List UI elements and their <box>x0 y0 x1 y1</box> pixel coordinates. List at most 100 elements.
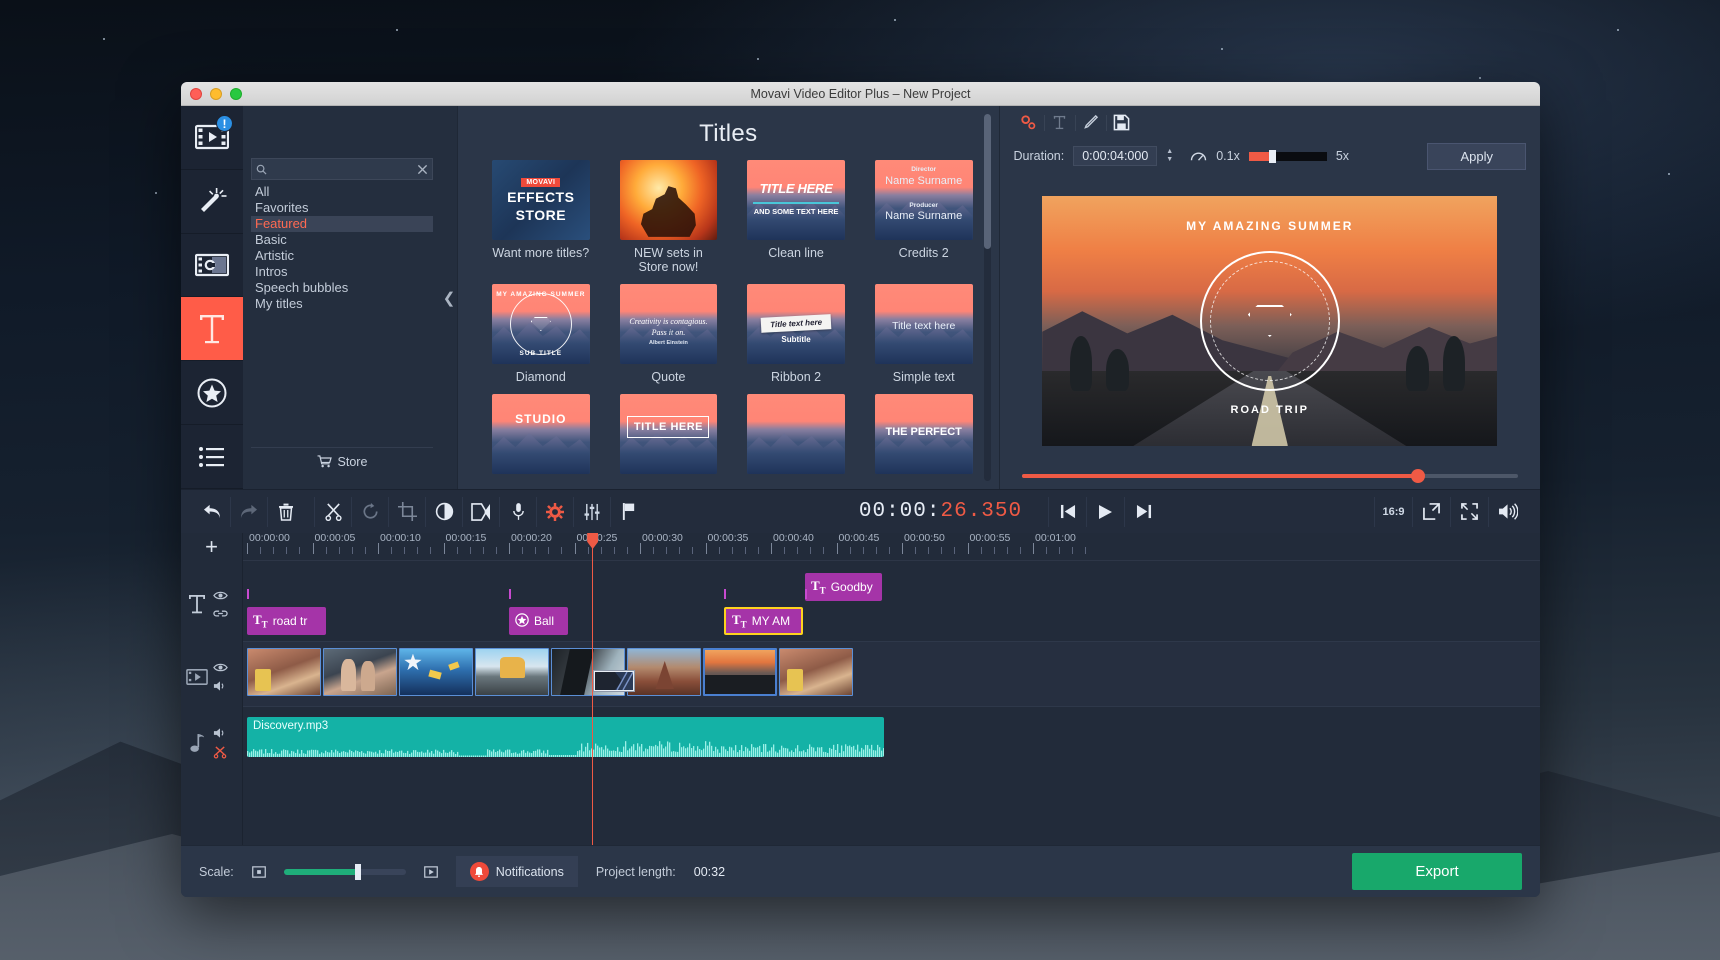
track-visibility-toggle[interactable] <box>213 590 228 601</box>
video-clip[interactable] <box>703 648 777 696</box>
transitions-button[interactable] <box>462 496 499 527</box>
skip-next-button[interactable] <box>1124 496 1162 527</box>
category-item-favorites[interactable]: Favorites <box>251 200 433 216</box>
video-clip[interactable] <box>323 648 397 696</box>
audio-detach-toggle[interactable] <box>213 746 228 759</box>
audio-track[interactable]: Discovery.mp3 <box>243 707 1540 773</box>
record-audio-button[interactable] <box>499 496 536 527</box>
speed-slider-knob[interactable] <box>1268 149 1276 163</box>
rotate-button[interactable] <box>351 496 388 527</box>
timeline-tracks[interactable]: 00:00:00 00:00:05 00:00:10 00:00:15 00:00:20… <box>243 533 1540 845</box>
gallery-scrollbar[interactable] <box>983 114 991 481</box>
gallery-scroll-area[interactable]: MOVAVI EFFECTS STORE Want more titles? N… <box>458 160 999 489</box>
category-item-my-titles[interactable]: My titles <box>251 296 433 312</box>
search-box[interactable] <box>251 158 433 180</box>
video-preview[interactable]: MY AMAZING SUMMER ROAD TRIP <box>1042 196 1498 446</box>
marker-button[interactable] <box>610 496 647 527</box>
clip-properties-button[interactable] <box>536 496 573 527</box>
category-item-artistic[interactable]: Artistic <box>251 248 433 264</box>
undo-button[interactable] <box>193 497 230 527</box>
title-tile-quote[interactable]: Creativity is contagious. Pass it on. Al… <box>619 284 718 384</box>
video-clip[interactable] <box>779 648 853 696</box>
delete-button[interactable] <box>267 496 304 527</box>
stepper-up-icon[interactable]: ▲ <box>1166 148 1173 155</box>
stepper-down-icon[interactable]: ▼ <box>1166 156 1173 163</box>
color-adjust-button[interactable] <box>425 496 462 527</box>
gallery-scrollbar-thumb[interactable] <box>983 114 991 249</box>
title-tile-clean-line[interactable]: TITLE HERE AND SOME TEXT HERE Clean line <box>747 160 845 274</box>
apply-button[interactable]: Apply <box>1427 142 1526 170</box>
title-tile-studio[interactable]: STUDIO <box>492 394 590 474</box>
duration-stepper[interactable]: ▲ ▼ <box>1166 148 1173 163</box>
equalizer-button[interactable] <box>573 496 610 527</box>
scale-slider[interactable] <box>283 863 406 880</box>
preview-seek-knob[interactable] <box>1411 469 1426 483</box>
title-clip-ball[interactable]: Ball <box>509 607 568 635</box>
title-clip-goodbye[interactable]: TT Goodby <box>805 573 882 601</box>
window-controls[interactable] <box>181 87 242 100</box>
track-visibility-toggle[interactable] <box>213 662 228 673</box>
category-item-intros[interactable]: Intros <box>251 264 433 280</box>
sidebar-item-stickers[interactable] <box>181 361 243 426</box>
video-clip[interactable] <box>247 648 321 696</box>
title-track[interactable]: TT road tr Ball TT MY AM TT Goodby <box>243 561 1540 641</box>
video-clip[interactable] <box>399 648 473 696</box>
title-tile-new-sets[interactable]: NEW sets in Store now! <box>619 160 718 274</box>
title-clip-my-amazing-summer[interactable]: TT MY AM <box>724 607 803 635</box>
add-track-button[interactable]: + <box>181 533 242 561</box>
sidebar-item-filters[interactable] <box>181 170 243 234</box>
video-clip[interactable] <box>627 648 701 696</box>
video-clip[interactable] <box>475 648 549 696</box>
volume-button[interactable] <box>1488 496 1526 527</box>
split-button[interactable] <box>314 496 351 527</box>
transition-marker[interactable] <box>593 670 635 692</box>
timeline-ruler[interactable]: 00:00:00 00:00:05 00:00:10 00:00:15 00:00:20… <box>243 533 1540 561</box>
maximize-button[interactable] <box>230 87 242 100</box>
play-button[interactable] <box>1086 496 1124 527</box>
sidebar-item-titles[interactable] <box>181 297 243 362</box>
redo-button[interactable] <box>230 496 267 527</box>
category-item-all[interactable]: All <box>251 184 433 200</box>
fit-to-screen-button[interactable] <box>1412 496 1450 527</box>
title-tile-title-here[interactable]: TITLE HERE <box>619 394 718 474</box>
category-item-basic[interactable]: Basic <box>251 232 433 248</box>
color-brush-button[interactable] <box>1076 110 1106 136</box>
collapse-panel-arrow[interactable]: ❮ <box>441 106 458 489</box>
title-tile-credits-2[interactable]: Director Name Surname Producer Name Surn… <box>874 160 973 274</box>
clip-properties-button[interactable] <box>1014 110 1044 136</box>
sidebar-item-more[interactable] <box>181 425 243 489</box>
sidebar-item-transitions[interactable] <box>181 234 243 298</box>
track-link-toggle[interactable] <box>213 608 228 619</box>
scale-slider-knob[interactable] <box>354 863 361 880</box>
category-item-featured[interactable]: Featured <box>251 216 433 232</box>
minimize-button[interactable] <box>210 87 222 100</box>
preview-seek-bar[interactable] <box>1021 469 1518 483</box>
video-track[interactable] <box>243 641 1540 707</box>
save-preset-button[interactable] <box>1107 110 1137 136</box>
sidebar-item-import[interactable]: ! <box>181 106 243 170</box>
export-button[interactable]: Export <box>1352 853 1522 890</box>
fullscreen-button[interactable] <box>1450 496 1488 527</box>
duration-field[interactable]: 0:00:04:000 <box>1073 146 1158 166</box>
store-button[interactable]: Store <box>251 447 433 475</box>
audio-clip[interactable]: Discovery.mp3 <box>247 717 884 757</box>
title-tile-store[interactable]: MOVAVI EFFECTS STORE Want more titles? <box>492 160 590 274</box>
title-tile-simple-text[interactable]: Title text here Simple text <box>874 284 973 384</box>
title-tile-perfect[interactable]: THE PERFECT <box>874 394 973 474</box>
title-clip-road-trip[interactable]: TT road tr <box>247 607 326 635</box>
category-item-speech-bubbles[interactable]: Speech bubbles <box>251 280 433 296</box>
track-audio-toggle[interactable] <box>213 680 228 692</box>
title-tile-plain[interactable] <box>747 394 845 474</box>
video-track-icon <box>181 668 213 686</box>
text-settings-button[interactable] <box>1045 110 1075 136</box>
skip-previous-button[interactable] <box>1048 496 1086 527</box>
track-mute-toggle[interactable] <box>213 727 228 739</box>
speed-slider[interactable] <box>1248 149 1327 163</box>
title-tile-ribbon-2[interactable]: Title text here Subtitle Ribbon 2 <box>747 284 845 384</box>
search-input[interactable] <box>271 163 413 175</box>
title-tile-diamond[interactable]: MY AMAZING SUMMER SUB TITLE Diamond <box>492 284 590 384</box>
crop-button[interactable] <box>388 496 425 527</box>
close-button[interactable] <box>190 87 202 100</box>
notifications-button[interactable]: Notifications <box>455 856 578 887</box>
aspect-ratio-button[interactable]: 16:9 <box>1374 496 1412 527</box>
